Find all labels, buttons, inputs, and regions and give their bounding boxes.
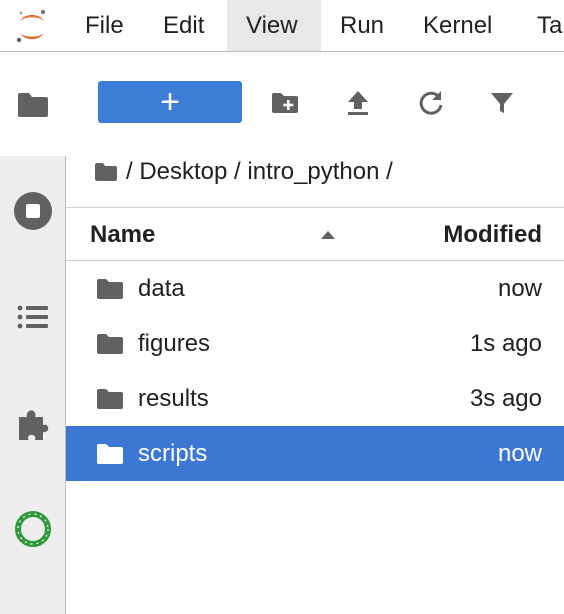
jupyterlab-window: File Edit View Run Kernel Ta + / Desktop… [0, 0, 564, 614]
file-row-scripts[interactable]: scripts now [66, 426, 564, 481]
filter-icon[interactable] [487, 88, 517, 118]
file-name: results [138, 385, 209, 412]
folder-icon [96, 388, 124, 410]
file-modified: 3s ago [469, 385, 542, 412]
refresh-icon[interactable] [416, 88, 446, 118]
file-browser: Name Modified data now figures 1s ago re… [66, 207, 564, 614]
column-header-name[interactable]: Name [90, 208, 155, 262]
left-sidebar [0, 52, 66, 614]
folder-icon [96, 278, 124, 300]
file-name: scripts [138, 440, 208, 467]
file-name: data [138, 275, 185, 302]
ring-icon[interactable] [12, 508, 54, 550]
file-row-figures[interactable]: figures 1s ago [66, 316, 564, 371]
stop-circle-icon[interactable] [12, 190, 54, 232]
menu-edit[interactable]: Edit [144, 0, 223, 51]
file-modified: 1s ago [469, 330, 542, 357]
new-folder-icon[interactable] [270, 88, 300, 118]
menu-bar: File Edit View Run Kernel Ta [0, 0, 564, 52]
column-header-modified[interactable]: Modified [443, 208, 542, 262]
menu-file[interactable]: File [66, 0, 143, 51]
menu-kernel[interactable]: Kernel [404, 0, 511, 51]
breadcrumb: / Desktop / intro_python / [94, 152, 393, 192]
folder-icon [96, 333, 124, 355]
folder-icon[interactable] [12, 84, 54, 126]
list-icon[interactable] [12, 296, 54, 338]
new-launcher-button[interactable]: + [98, 81, 242, 123]
file-row-data[interactable]: data now [66, 261, 564, 316]
menu-view[interactable]: View [227, 0, 321, 51]
folder-icon [96, 443, 124, 465]
upload-icon[interactable] [343, 88, 373, 118]
puzzle-icon[interactable] [12, 404, 54, 446]
file-list-header: Name Modified [66, 207, 564, 261]
file-row-results[interactable]: results 3s ago [66, 371, 564, 426]
sort-ascending-icon [320, 228, 336, 240]
file-browser-toolbar: + [66, 52, 564, 156]
jupyter-logo-icon[interactable] [14, 7, 50, 45]
file-modified: now [497, 275, 542, 302]
menu-tabs[interactable]: Ta [518, 0, 564, 51]
file-modified: now [497, 440, 542, 467]
menu-run[interactable]: Run [321, 0, 403, 51]
plus-icon: + [160, 83, 180, 121]
file-name: figures [138, 330, 211, 357]
breadcrumb-path[interactable]: / Desktop / intro_python / [126, 153, 393, 191]
home-folder-icon[interactable] [94, 162, 118, 182]
